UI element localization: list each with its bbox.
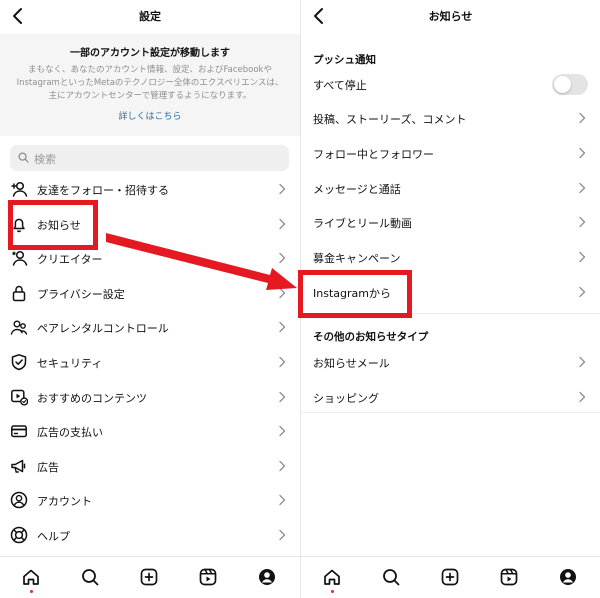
settings-item-lock[interactable]: プライバシー設定	[0, 276, 300, 310]
push-section-title: プッシュ通知	[313, 54, 376, 66]
settings-header: 設定	[0, 0, 300, 32]
page-title: お知らせ	[428, 10, 473, 23]
other-section-title: その他のお知らせタイプ	[313, 331, 429, 343]
settings-item-label: おすすめのコンテンツ	[37, 391, 147, 405]
other-item-row[interactable]: ショッピング	[301, 380, 600, 414]
push-item-label: 投稿、ストーリーズ、コメント	[313, 113, 467, 126]
settings-item-card[interactable]: 広告の支払い	[0, 414, 300, 448]
chevron-right-icon	[579, 112, 586, 124]
section-divider	[301, 412, 600, 413]
search-input[interactable]: 検索	[10, 145, 289, 171]
chevron-right-icon	[579, 391, 586, 402]
chevron-right-icon	[279, 287, 286, 298]
profile-icon[interactable]	[257, 567, 277, 587]
other-item-row[interactable]: お知らせメール	[301, 345, 600, 379]
home-activity-dot	[331, 590, 334, 593]
reels-icon[interactable]	[499, 567, 519, 587]
chevron-right-icon	[579, 217, 586, 228]
chevron-right-icon	[579, 182, 586, 193]
chevron-right-icon	[279, 460, 286, 471]
lock-icon	[12, 285, 26, 302]
settings-item-label: 友達をフォロー・招待する	[37, 184, 169, 197]
other-item-label: ショッピング	[313, 391, 379, 405]
other-item-label: お知らせメール	[313, 357, 390, 370]
push-item-label: ライブとリール動画	[313, 217, 412, 231]
settings-item-megaphone[interactable]: 広告	[0, 449, 300, 483]
chevron-right-icon	[279, 391, 286, 402]
push-item-label: メッセージと通話	[313, 182, 401, 196]
settings-item-account[interactable]: アカウント	[0, 483, 300, 517]
search-icon	[18, 152, 29, 163]
search-placeholder: 検索	[34, 153, 56, 166]
home-activity-dot	[30, 590, 33, 593]
chevron-right-icon	[279, 218, 286, 229]
settings-item-label: 広告	[37, 460, 59, 474]
push-item-label: 募金キャンペーン	[313, 252, 401, 266]
search-icon[interactable]	[381, 567, 401, 587]
tab-bar	[301, 556, 600, 598]
recommended-icon	[11, 389, 28, 406]
pause-all-row: すべて停止	[301, 67, 600, 101]
account-move-notice: 一部のアカウント設定が移動します まもなく、あなたのアカウント情報、設定、および…	[0, 34, 300, 136]
settings-screen: 設定 一部のアカウント設定が移動します まもなく、あなたのアカウント情報、設定、…	[0, 0, 300, 598]
push-item-row[interactable]: メッセージと通話	[301, 171, 600, 205]
chevron-right-icon	[579, 356, 586, 368]
megaphone-icon	[11, 459, 26, 473]
settings-item-lifebuoy[interactable]: ヘルプ	[0, 518, 300, 552]
learn-more-link[interactable]: 詳しくはこちら	[14, 109, 286, 122]
chevron-right-icon	[279, 356, 286, 368]
card-icon	[11, 425, 27, 438]
pause-all-toggle[interactable]	[552, 74, 588, 95]
push-item-row[interactable]: 投稿、ストーリーズ、コメント	[301, 101, 600, 135]
chevron-right-icon	[579, 147, 586, 158]
chevron-right-icon	[579, 286, 586, 298]
settings-item-label: ヘルプ	[37, 530, 70, 543]
family-icon	[10, 320, 28, 336]
add-person-icon	[11, 181, 28, 197]
profile-icon[interactable]	[558, 567, 578, 587]
reels-icon[interactable]	[198, 567, 218, 587]
settings-item-shield[interactable]: セキュリティ	[0, 345, 300, 379]
shield-icon	[11, 354, 27, 371]
settings-item-label: アカウント	[37, 495, 92, 509]
page-title: 設定	[139, 10, 161, 23]
highlight-box-from-instagram	[298, 270, 412, 318]
settings-item-recommended[interactable]: おすすめのコンテンツ	[0, 380, 300, 414]
settings-item-label: 広告の支払い	[37, 426, 103, 440]
highlight-box-notifications	[8, 200, 98, 250]
notice-title: 一部のアカウント設定が移動します	[70, 48, 230, 59]
create-icon[interactable]	[139, 567, 159, 587]
settings-item-label: セキュリティ	[37, 357, 103, 370]
push-item-row[interactable]: ライブとリール動画	[301, 205, 600, 239]
toggle-knob	[554, 76, 571, 93]
lifebuoy-icon	[10, 526, 28, 544]
chevron-right-icon	[279, 183, 286, 195]
pause-all-label: すべて停止	[313, 79, 367, 92]
home-icon[interactable]	[322, 567, 342, 587]
chevron-right-icon	[279, 253, 286, 264]
chevron-right-icon	[279, 529, 286, 541]
settings-item-label: ペアレンタルコントロール	[37, 322, 169, 336]
creator-icon	[11, 251, 28, 266]
settings-item-family[interactable]: ペアレンタルコントロール	[0, 310, 300, 344]
notice-body: まもなく、あなたのアカウント情報、設定、およびFacebookやInstagra…	[16, 65, 284, 101]
chevron-right-icon	[579, 252, 586, 263]
account-icon	[10, 492, 28, 509]
settings-item-label: プライバシー設定	[37, 287, 125, 301]
search-icon[interactable]	[80, 567, 100, 587]
settings-item-label: クリエイター	[37, 253, 103, 267]
tab-bar	[0, 556, 300, 598]
push-item-row[interactable]: フォロー中とフォロワー	[301, 136, 600, 170]
chevron-right-icon	[279, 495, 286, 506]
push-item-label: フォロー中とフォロワー	[313, 147, 434, 161]
notifications-header: お知らせ	[301, 0, 600, 32]
create-icon[interactable]	[440, 567, 460, 587]
chevron-right-icon	[279, 426, 286, 437]
home-icon[interactable]	[21, 567, 41, 587]
chevron-right-icon	[279, 322, 286, 333]
